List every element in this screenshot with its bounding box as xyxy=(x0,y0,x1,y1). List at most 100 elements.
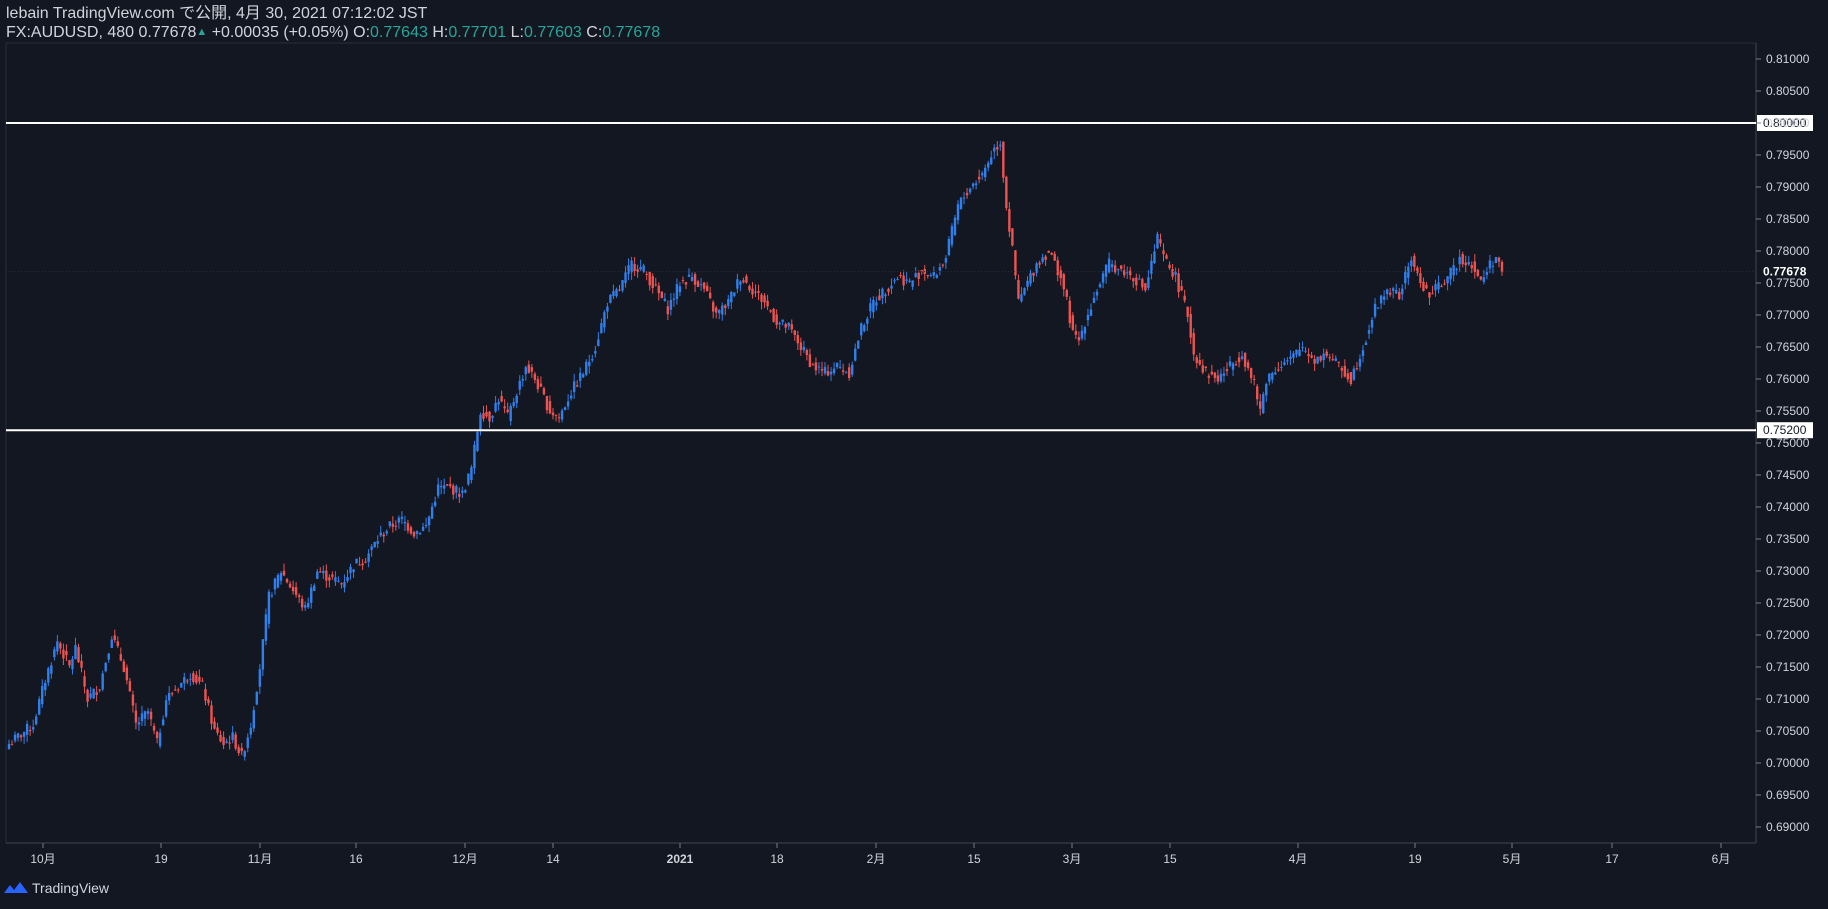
candle-body xyxy=(397,517,401,523)
candle-body xyxy=(902,275,905,286)
candle-body xyxy=(899,274,902,277)
candle-body xyxy=(814,362,818,371)
candle-body xyxy=(1313,358,1316,364)
candle-body xyxy=(104,662,107,672)
horizontal-lines-layer[interactable]: 0.800000.752000.77678 xyxy=(6,115,1813,439)
candle-body xyxy=(71,659,74,670)
candle-body xyxy=(322,570,325,574)
candle-body xyxy=(1156,233,1159,249)
candle-body xyxy=(455,486,458,493)
candle-body xyxy=(16,733,20,738)
x-tick-label: 15 xyxy=(1163,852,1177,866)
candle-body xyxy=(1286,360,1289,362)
candle-body xyxy=(1234,364,1238,366)
tradingview-footer[interactable]: TradingView xyxy=(4,880,109,896)
candle-body xyxy=(1331,359,1334,361)
candle-body xyxy=(699,284,703,286)
candle-body xyxy=(1246,362,1250,369)
candle-body xyxy=(1340,368,1344,371)
y-tick-label: 0.80500 xyxy=(1766,84,1810,98)
x-tick-label: 2021 xyxy=(667,852,694,866)
candle-body xyxy=(769,310,772,312)
candle-body xyxy=(325,570,328,581)
candle-body xyxy=(1449,267,1452,280)
candle-body xyxy=(866,318,869,324)
candle-body xyxy=(560,410,564,420)
candle-body xyxy=(524,367,528,375)
candle-body xyxy=(585,361,588,375)
candle-body xyxy=(627,265,630,274)
candle-body xyxy=(294,587,298,595)
candle-body xyxy=(1023,288,1026,295)
candle-body xyxy=(956,204,960,221)
candle-body xyxy=(530,367,534,372)
candle-body xyxy=(1116,269,1120,271)
candle-body xyxy=(228,742,231,744)
candle-body xyxy=(657,285,660,294)
candle-body xyxy=(775,314,778,325)
candle-body xyxy=(805,349,809,356)
candle-body xyxy=(282,570,286,576)
candle-body xyxy=(1207,375,1211,378)
candle-body xyxy=(563,407,567,411)
y-tick-label: 0.75500 xyxy=(1766,404,1810,418)
candle-body xyxy=(548,401,552,414)
candle-body xyxy=(600,323,603,334)
candle-body xyxy=(458,493,461,497)
candle-body xyxy=(621,280,624,291)
candle-body xyxy=(430,506,434,519)
candle-body xyxy=(1262,394,1265,414)
candle-body xyxy=(1053,253,1056,261)
candle-body xyxy=(479,414,482,431)
candle-body xyxy=(403,521,407,524)
price-axis[interactable]: 0.81000 0.80500 0.80000 0.79500 0.79000 0.785… xyxy=(1756,52,1810,834)
candle-body xyxy=(1183,295,1186,301)
x-tick-label: 3月 xyxy=(1063,852,1082,866)
price-chart[interactable]: 0.800000.752000.77678 0.81000 0.80500 0.80… xyxy=(0,0,1828,909)
candle-body xyxy=(609,294,612,303)
candle-body xyxy=(748,285,751,291)
candle-body xyxy=(1413,256,1416,268)
candle-body xyxy=(1192,333,1195,355)
y-tick-label: 0.69000 xyxy=(1766,820,1810,834)
candle-body xyxy=(1225,369,1229,372)
candle-body xyxy=(337,581,340,583)
time-axis[interactable]: 10月 19 11月 16 12月 14 2021 18 2月 15 3月 15 4月 19 5月 17 6月 xyxy=(30,843,1730,866)
candle-body xyxy=(1388,292,1392,295)
y-tick-label: 0.73000 xyxy=(1766,564,1810,578)
candle-body xyxy=(47,668,50,683)
candle-body xyxy=(436,484,440,496)
candle-body xyxy=(1376,307,1380,309)
candle-body xyxy=(1410,260,1413,267)
candle-body xyxy=(1038,262,1041,265)
candle-body xyxy=(1373,303,1377,317)
candle-body xyxy=(1476,269,1480,276)
candle-body xyxy=(1491,265,1495,267)
y-tick-label: 0.72000 xyxy=(1766,628,1810,642)
candle-body xyxy=(364,561,367,563)
y-tick-label: 0.75000 xyxy=(1766,436,1810,450)
candle-body xyxy=(772,308,775,322)
candle-body xyxy=(1319,356,1322,361)
candle-body xyxy=(134,710,138,723)
candle-body xyxy=(427,516,431,526)
candles-layer xyxy=(7,140,1504,761)
candle-body xyxy=(1050,252,1053,255)
candle-body xyxy=(246,737,249,748)
candle-body xyxy=(908,280,911,282)
candle-body xyxy=(684,282,688,285)
candle-body xyxy=(669,299,673,310)
candle-body xyxy=(977,176,981,180)
x-tick-label: 5月 xyxy=(1503,852,1522,866)
candle-body xyxy=(1159,239,1162,244)
candle-body xyxy=(1289,356,1292,360)
candle-body xyxy=(1295,349,1298,355)
candle-body xyxy=(367,553,370,562)
candle-body xyxy=(1147,277,1150,289)
candle-body xyxy=(702,282,706,289)
candle-body xyxy=(340,583,343,585)
candle-body xyxy=(1210,371,1214,375)
candle-body xyxy=(313,585,316,591)
candle-body xyxy=(1135,277,1138,286)
candle-body xyxy=(1237,357,1241,363)
